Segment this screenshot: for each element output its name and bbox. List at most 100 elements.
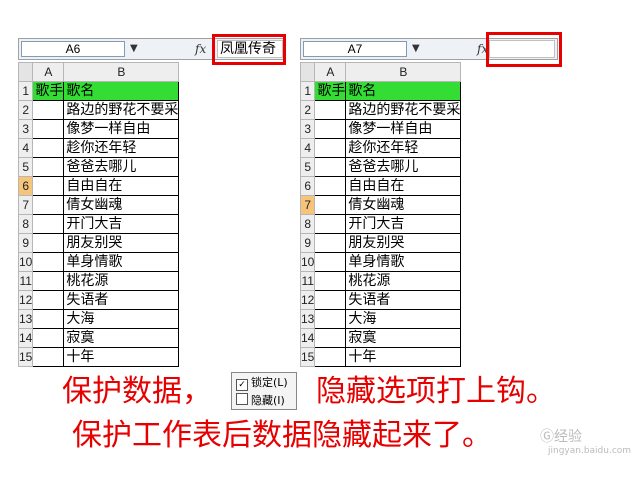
- row-header[interactable]: 7: [17, 195, 34, 215]
- name-box-dropdown-icon[interactable]: ▼: [412, 43, 420, 55]
- cell-a[interactable]: [32, 100, 65, 120]
- locked-checkbox[interactable]: ✓: [236, 379, 248, 391]
- cell-a[interactable]: 歌手: [32, 81, 65, 101]
- cell-b[interactable]: 像梦一样自由: [63, 119, 180, 139]
- cell-b[interactable]: 桃花源: [63, 271, 180, 291]
- column-header-b[interactable]: B: [63, 62, 180, 82]
- row-header[interactable]: 10: [299, 252, 316, 272]
- row-header[interactable]: 4: [17, 138, 34, 158]
- cell-a[interactable]: [314, 214, 347, 234]
- row-header[interactable]: 10: [17, 252, 34, 272]
- row-header[interactable]: 9: [299, 233, 316, 253]
- cell-b[interactable]: 失语者: [345, 290, 462, 310]
- row-header[interactable]: 5: [17, 157, 34, 177]
- cell-a[interactable]: [32, 138, 65, 158]
- cell-a[interactable]: [314, 271, 347, 291]
- cell-b[interactable]: 歌名: [63, 81, 180, 101]
- locked-option[interactable]: ✓ 锁定(L): [236, 376, 288, 391]
- row-header[interactable]: 8: [17, 214, 34, 234]
- cell-a[interactable]: [314, 119, 347, 139]
- cell-b[interactable]: 失语者: [63, 290, 180, 310]
- cell-a[interactable]: [32, 347, 65, 367]
- row-header[interactable]: 3: [299, 119, 316, 139]
- cell-b[interactable]: 十年: [63, 347, 180, 367]
- row-header[interactable]: 13: [299, 309, 316, 329]
- cell-b[interactable]: 单身情歌: [63, 252, 180, 272]
- cell-a[interactable]: [32, 271, 65, 291]
- row-header[interactable]: 11: [299, 271, 316, 291]
- select-all-corner[interactable]: [299, 62, 316, 82]
- cell-b[interactable]: 大海: [63, 309, 180, 329]
- row-header[interactable]: 1: [17, 81, 34, 101]
- row-header[interactable]: 5: [299, 157, 316, 177]
- row-header[interactable]: 6: [299, 176, 316, 196]
- cell-a[interactable]: 歌手: [314, 81, 347, 101]
- cell-a[interactable]: [32, 195, 65, 215]
- cell-b[interactable]: 寂寞: [345, 328, 462, 348]
- cell-a[interactable]: [32, 176, 65, 196]
- cell-b[interactable]: 开门大吉: [345, 214, 462, 234]
- cell-b[interactable]: 自由自在: [63, 176, 180, 196]
- row-header[interactable]: 14: [299, 328, 316, 348]
- cell-a[interactable]: [314, 195, 347, 215]
- cell-a[interactable]: [32, 233, 65, 253]
- column-header-a[interactable]: A: [314, 62, 347, 82]
- name-box[interactable]: A6: [21, 41, 125, 57]
- cell-b[interactable]: 歌名: [345, 81, 462, 101]
- cell-b[interactable]: 趁你还年轻: [345, 138, 462, 158]
- cell-a[interactable]: [314, 100, 347, 120]
- cell-a[interactable]: [314, 347, 347, 367]
- row-header[interactable]: 8: [299, 214, 316, 234]
- fx-icon[interactable]: fx: [195, 41, 206, 57]
- cell-a[interactable]: [314, 290, 347, 310]
- cell-b[interactable]: 朋友别哭: [345, 233, 462, 253]
- row-header[interactable]: 6: [17, 176, 34, 196]
- cell-b[interactable]: 大海: [345, 309, 462, 329]
- cell-a[interactable]: [314, 138, 347, 158]
- name-box[interactable]: A7: [303, 41, 407, 57]
- cell-b[interactable]: 路边的野花不要采: [63, 100, 180, 120]
- select-all-corner[interactable]: [17, 62, 34, 82]
- cell-b[interactable]: 十年: [345, 347, 462, 367]
- cell-b[interactable]: 趁你还年轻: [63, 138, 180, 158]
- cell-a[interactable]: [32, 328, 65, 348]
- row-header[interactable]: 12: [17, 290, 34, 310]
- cell-b[interactable]: 爸爸去哪儿: [345, 157, 462, 177]
- cell-b[interactable]: 寂寞: [63, 328, 180, 348]
- row-header[interactable]: 4: [299, 138, 316, 158]
- row-header[interactable]: 2: [299, 100, 316, 120]
- row-header[interactable]: 11: [17, 271, 34, 291]
- cell-b[interactable]: 朋友别哭: [63, 233, 180, 253]
- cell-a[interactable]: [314, 176, 347, 196]
- cell-b[interactable]: 自由自在: [345, 176, 462, 196]
- cell-b[interactable]: 爸爸去哪儿: [63, 157, 180, 177]
- cell-a[interactable]: [314, 233, 347, 253]
- row-header[interactable]: 15: [17, 347, 34, 367]
- cell-b[interactable]: 桃花源: [345, 271, 462, 291]
- cell-a[interactable]: [314, 252, 347, 272]
- row-header[interactable]: 9: [17, 233, 34, 253]
- column-header-b[interactable]: B: [345, 62, 462, 82]
- row-header[interactable]: 2: [17, 100, 34, 120]
- row-header[interactable]: 7: [299, 195, 316, 215]
- cell-a[interactable]: [32, 157, 65, 177]
- cell-a[interactable]: [32, 309, 65, 329]
- cell-a[interactable]: [32, 252, 65, 272]
- cell-a[interactable]: [32, 214, 65, 234]
- row-header[interactable]: 1: [299, 81, 316, 101]
- cell-a[interactable]: [32, 290, 65, 310]
- cell-b[interactable]: 单身情歌: [345, 252, 462, 272]
- row-header[interactable]: 3: [17, 119, 34, 139]
- cell-b[interactable]: 倩女幽魂: [63, 195, 180, 215]
- hidden-option[interactable]: 隐藏(I): [236, 393, 285, 407]
- row-header[interactable]: 13: [17, 309, 34, 329]
- cell-a[interactable]: [32, 119, 65, 139]
- cell-b[interactable]: 倩女幽魂: [345, 195, 462, 215]
- cell-a[interactable]: [314, 157, 347, 177]
- row-header[interactable]: 14: [17, 328, 34, 348]
- cell-b[interactable]: 路边的野花不要采: [345, 100, 462, 120]
- hidden-checkbox[interactable]: [236, 393, 248, 405]
- row-header[interactable]: 12: [299, 290, 316, 310]
- cell-b[interactable]: 像梦一样自由: [345, 119, 462, 139]
- cell-a[interactable]: [314, 328, 347, 348]
